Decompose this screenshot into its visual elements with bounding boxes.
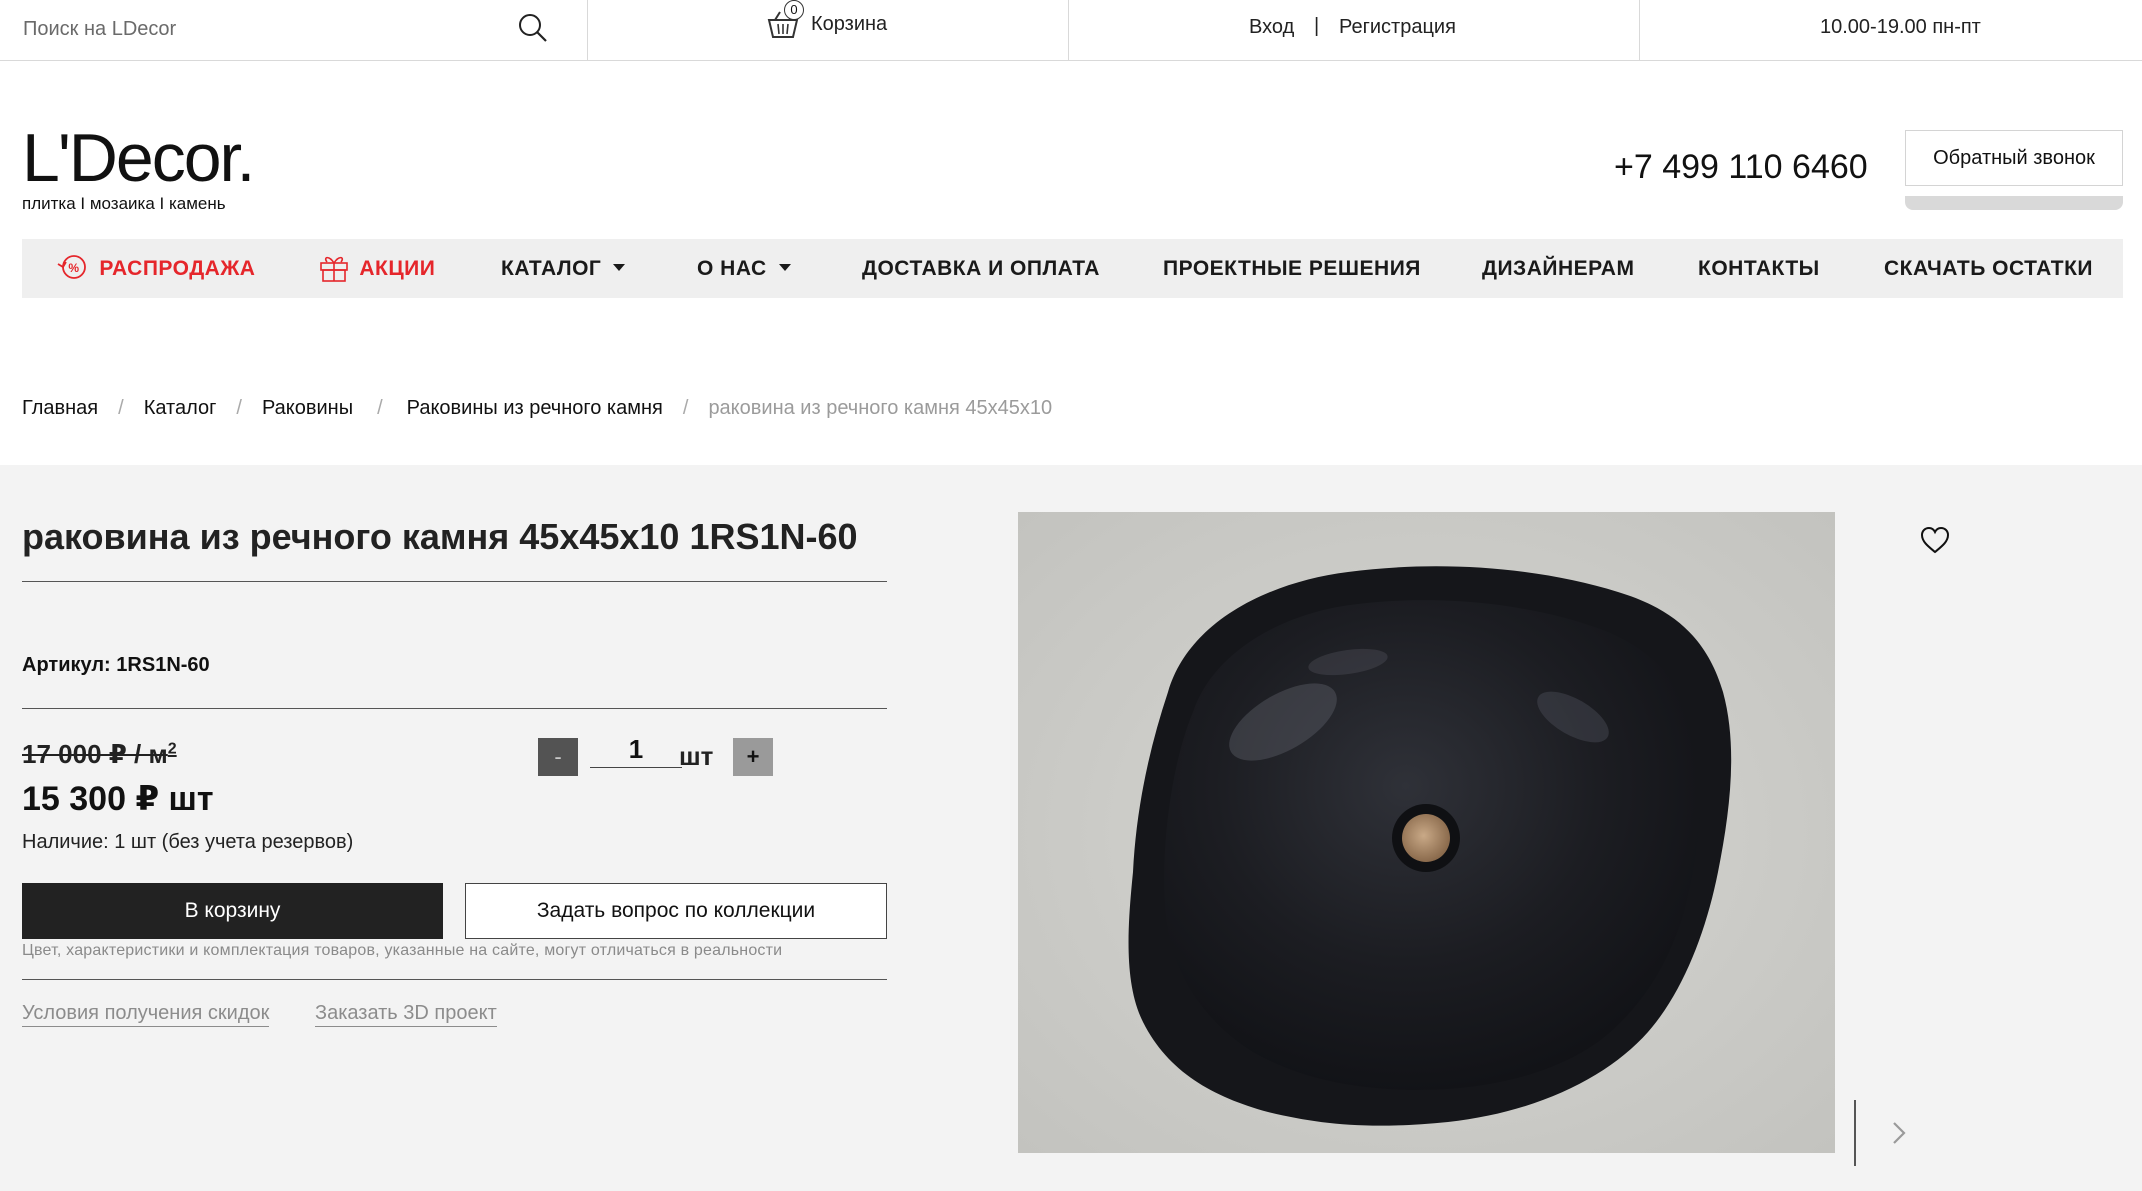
nav-item-promotions[interactable]: АКЦИИ [317, 239, 435, 298]
nav-label-delivery: ДОСТАВКА И ОПЛАТА [862, 257, 1100, 280]
percent-icon: % [57, 255, 86, 280]
main-nav: % РАСПРОДАЖА АКЦИИ КАТАЛОГ О НАС ДОСТАВК… [22, 239, 2123, 298]
nav-label-about: О НАС [697, 257, 767, 280]
register-link[interactable]: Регистрация [1339, 16, 1456, 39]
quantity-decrease-button[interactable]: - [538, 738, 578, 776]
divider [22, 979, 887, 980]
search-input[interactable] [23, 14, 493, 44]
stock-availability: Наличие: 1 шт (без учета резервов) [22, 831, 354, 853]
site-logo[interactable]: L'Decor. плитка І мозаика І камень [22, 120, 272, 216]
nav-label-catalog: КАТАЛОГ [501, 257, 602, 280]
working-hours-area: 10.00-19.00 пн-пт [1640, 0, 2142, 60]
top-bar: 0 Корзина Вход | Регистрация 10.00-19.00… [0, 0, 2142, 61]
login-link[interactable]: Вход [1249, 16, 1294, 39]
sku-value: 1RS1N-60 [116, 654, 210, 676]
nav-label-designers: ДИЗАЙНЕРАМ [1482, 257, 1635, 280]
search-area [0, 0, 588, 60]
cart-label: Корзина [811, 13, 888, 35]
nav-item-about[interactable]: О НАС [697, 239, 791, 298]
divider [22, 708, 887, 709]
slider-divider [1854, 1100, 1856, 1166]
search-icon[interactable] [517, 12, 549, 44]
favorite-heart-icon[interactable] [1919, 525, 1951, 555]
nav-label-promotions: АКЦИИ [359, 257, 436, 280]
chevron-down-icon [778, 263, 791, 271]
ask-question-button[interactable]: Задать вопрос по коллекции [465, 883, 887, 939]
product-image[interactable] [1018, 512, 1835, 1153]
product-sku: Артикул: 1RS1N-60 [22, 654, 210, 677]
auth-separator: | [1314, 15, 1320, 37]
breadcrumb-river-stone-sinks[interactable]: Раковины из речного камня [407, 397, 663, 420]
disclaimer-text: Цвет, характеристики и комплектация това… [22, 942, 783, 959]
old-price-value: 17 000 ₽ / м [22, 739, 168, 769]
breadcrumb-separator: / [377, 397, 383, 419]
quantity-unit: шт [679, 741, 714, 771]
nav-label-projects: ПРОЕКТНЫЕ РЕШЕНИЯ [1163, 257, 1421, 280]
current-price: 15 300 ₽ шт [22, 780, 214, 818]
cart-count-badge: 0 [784, 0, 804, 20]
add-to-cart-button[interactable]: В корзину [22, 883, 443, 939]
chevron-right-icon[interactable] [1888, 1119, 1910, 1147]
cart-link[interactable]: 0 Корзина [588, 0, 1069, 60]
nav-item-download-stock[interactable]: СКАЧАТЬ ОСТАТКИ [1884, 239, 2093, 298]
old-price: 17 000 ₽ / м2 [22, 739, 177, 770]
product-title: раковина из речного камня 45x45x10 1RS1N… [22, 516, 858, 557]
logo-tagline: плитка І мозаика І камень [22, 194, 226, 213]
breadcrumb-separator: / [118, 397, 124, 419]
nav-label-sale: РАСПРОДАЖА [99, 257, 256, 280]
nav-item-catalog[interactable]: КАТАЛОГ [501, 239, 626, 298]
nav-item-delivery[interactable]: ДОСТАВКА И ОПЛАТА [862, 239, 1100, 298]
nav-item-designers[interactable]: ДИЗАЙНЕРАМ [1482, 239, 1634, 298]
discount-conditions-link[interactable]: Условия получения скидок [22, 1002, 270, 1027]
gift-icon [320, 257, 348, 283]
old-price-unit-sup: 2 [167, 740, 177, 758]
svg-text:%: % [68, 261, 79, 275]
nav-label-contacts: КОНТАКТЫ [1698, 257, 1820, 280]
quantity-input[interactable] [590, 732, 682, 768]
auth-area: Вход | Регистрация [1069, 0, 1640, 60]
nav-item-projects[interactable]: ПРОЕКТНЫЕ РЕШЕНИЯ [1163, 239, 1421, 298]
callback-button[interactable]: Обратный звонок [1905, 130, 2123, 186]
quantity-increase-button[interactable]: + [733, 738, 773, 776]
nav-item-sale[interactable]: % РАСПРОДАЖА [55, 239, 255, 298]
callback-button-shadow [1905, 196, 2123, 210]
phone-number[interactable]: +7 499 110 6460 [1614, 148, 1868, 187]
logo-mark: L'Decor. [22, 120, 255, 196]
divider [22, 581, 887, 582]
breadcrumb: Главная / Каталог / Раковины / Раковины из реч… [22, 397, 1052, 420]
working-hours: 10.00-19.00 пн-пт [1820, 16, 1981, 38]
sku-label: Артикул: [22, 654, 111, 676]
breadcrumb-home[interactable]: Главная [22, 397, 98, 420]
nav-item-contacts[interactable]: КОНТАКТЫ [1698, 239, 1820, 298]
breadcrumb-catalog[interactable]: Каталог [144, 397, 217, 420]
order-3d-project-link[interactable]: Заказать 3D проект [315, 1002, 497, 1027]
product-section: раковина из речного камня 45x45x10 1RS1N… [0, 465, 2142, 1191]
breadcrumb-separator: / [682, 397, 689, 419]
sink-photo [1018, 512, 1835, 1153]
breadcrumb-current: раковина из речного камня 45x45x10 [708, 397, 1053, 419]
breadcrumb-sinks[interactable]: Раковины [262, 397, 353, 420]
nav-label-download-stock: СКАЧАТЬ ОСТАТКИ [1884, 257, 2094, 280]
chevron-down-icon [613, 263, 626, 271]
breadcrumb-separator: / [236, 397, 242, 419]
